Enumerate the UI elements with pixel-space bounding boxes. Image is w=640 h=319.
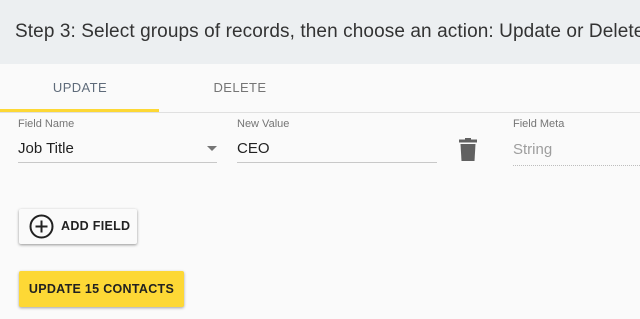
add-circle-icon bbox=[29, 214, 54, 239]
active-tab-indicator bbox=[0, 109, 159, 112]
tab-delete[interactable]: DELETE bbox=[160, 64, 320, 112]
field-name-label: Field Name bbox=[18, 118, 75, 130]
chevron-down-icon[interactable] bbox=[207, 146, 217, 151]
step-title: Step 3: Select groups of records, then c… bbox=[15, 21, 640, 42]
field-name-underline bbox=[18, 162, 217, 163]
action-tabs: UPDATE DELETE bbox=[0, 64, 640, 113]
add-field-label: ADD FIELD bbox=[61, 219, 131, 233]
add-field-button[interactable]: ADD FIELD bbox=[19, 209, 137, 244]
field-name-select[interactable]: Job Title bbox=[18, 140, 74, 157]
new-value-label: New Value bbox=[237, 118, 290, 130]
new-value-underline bbox=[237, 162, 437, 163]
step-header: Step 3: Select groups of records, then c… bbox=[0, 0, 640, 64]
new-value-input[interactable]: CEO bbox=[237, 140, 270, 157]
field-meta-underline bbox=[513, 165, 640, 166]
update-contacts-label: UPDATE 15 CONTACTS bbox=[28, 282, 175, 296]
tab-update[interactable]: UPDATE bbox=[0, 64, 160, 112]
field-meta-label: Field Meta bbox=[513, 118, 565, 130]
update-contacts-button[interactable]: UPDATE 15 CONTACTS bbox=[19, 271, 184, 307]
trash-icon[interactable] bbox=[458, 138, 478, 162]
field-meta-value: String bbox=[513, 141, 553, 158]
